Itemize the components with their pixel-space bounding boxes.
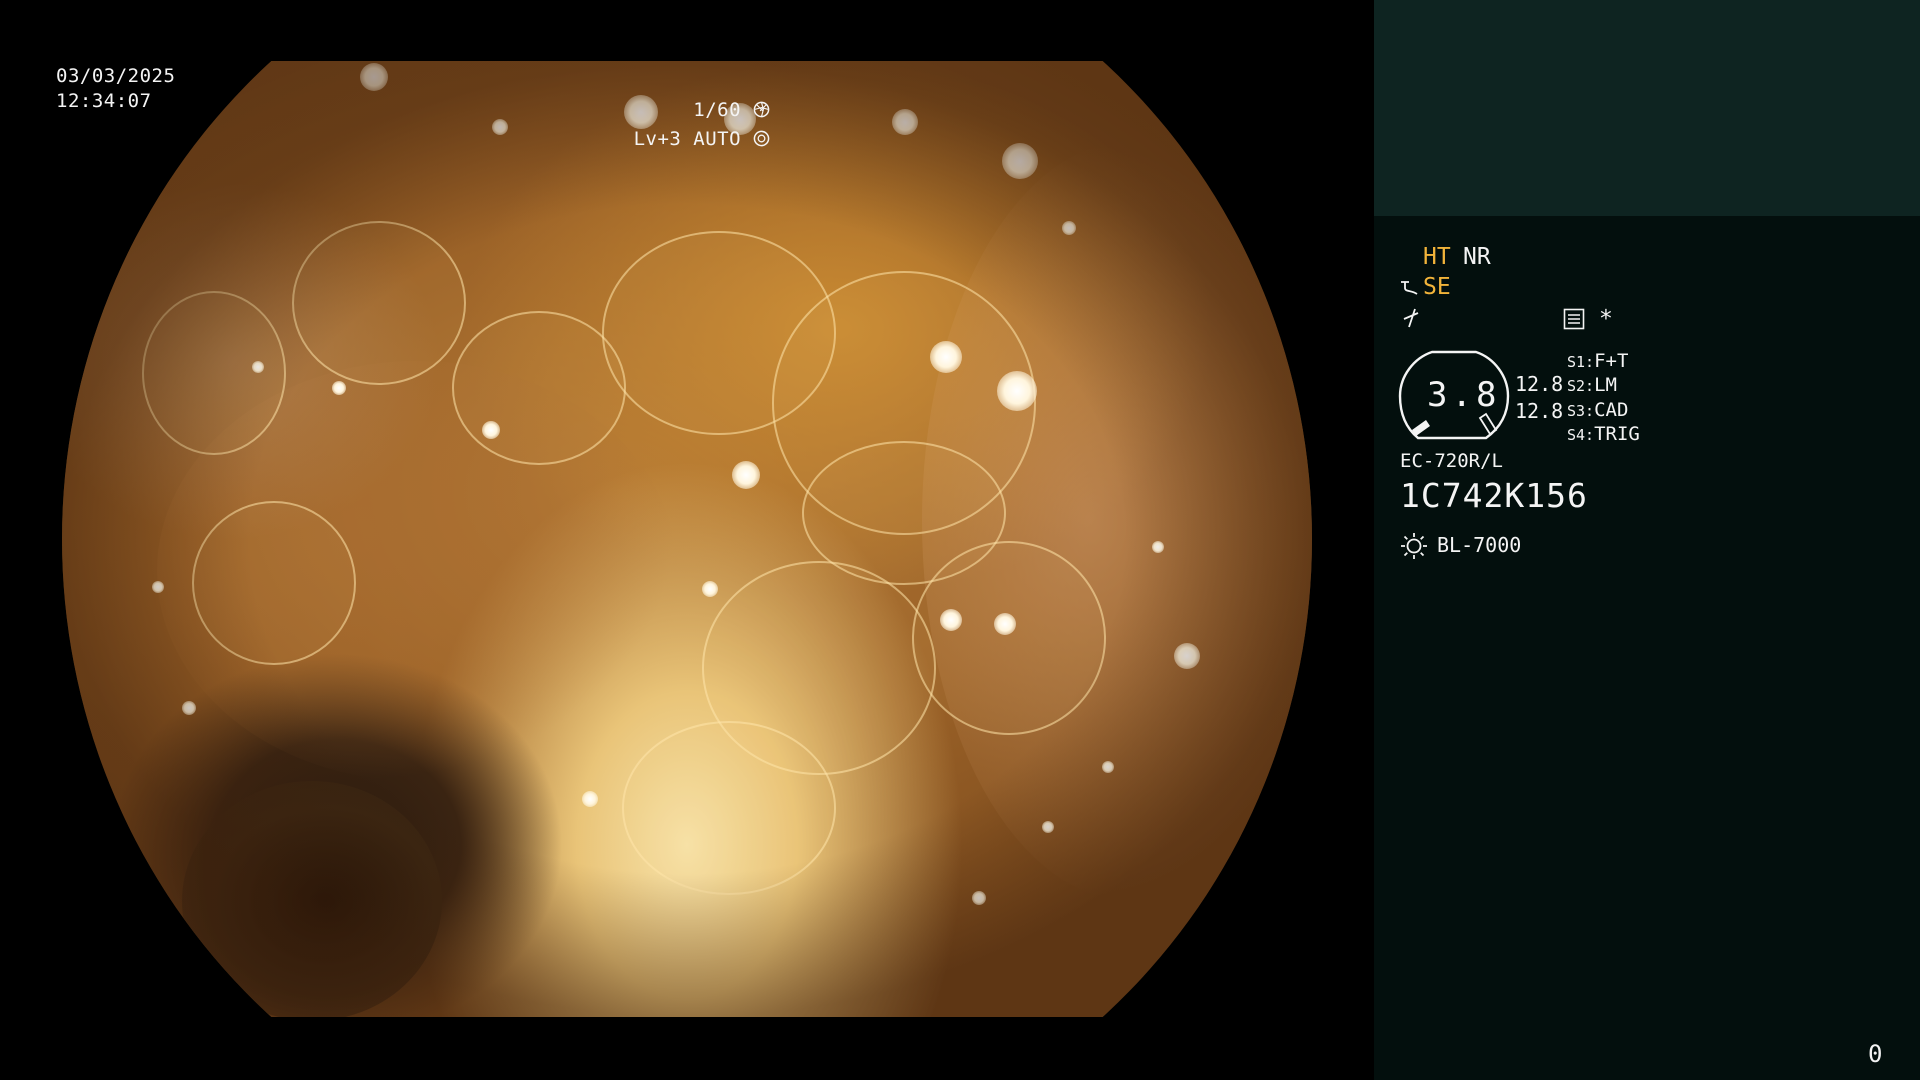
shutter-readout: 1/60 — [693, 98, 770, 123]
gauge-value: 3.8 — [1427, 375, 1501, 415]
sun-icon — [1401, 533, 1427, 559]
switch-key: S4: — [1567, 426, 1595, 444]
readout-bottom: 12.8 — [1515, 399, 1564, 423]
auto-iris-icon — [753, 130, 770, 147]
switch-key: S2: — [1567, 377, 1595, 395]
asterisk-indicator: * — [1599, 306, 1613, 332]
scope-serial: 1C742K156 — [1400, 476, 1588, 515]
switch-row-s2: S2:LM — [1567, 374, 1617, 396]
frame-counter: 0 — [1868, 1040, 1883, 1068]
switch-key: S3: — [1567, 402, 1595, 420]
status-panel-header — [1374, 0, 1920, 216]
endoscope-image — [62, 61, 1312, 1017]
endoscope-video-area: 03/03/2025 12:34:07 1/60 Lv+3 AUTO — [0, 0, 1374, 1080]
switch-value: F+T — [1594, 350, 1629, 372]
switch-value: LM — [1594, 374, 1617, 396]
aperture-icon — [753, 101, 770, 118]
switch-row-s1: S1:F+T — [1567, 350, 1628, 372]
scope-model: EC-720R/L — [1400, 450, 1503, 472]
switch-row-s4: S4:TRIG — [1567, 423, 1640, 445]
nr-label: NR — [1463, 244, 1491, 270]
switch-value: TRIG — [1594, 423, 1640, 445]
date-readout: 03/03/2025 — [56, 65, 176, 87]
se-label: SE — [1423, 274, 1451, 300]
time-readout: 12:34:07 — [56, 90, 152, 112]
shutter-value: 1/60 — [693, 99, 742, 121]
status-panel: HT NR SE * 3.8 12.8 12.8 S1:F+T S2:LM S3… — [1374, 0, 1920, 1080]
switch-row-s3: S3:CAD — [1567, 399, 1628, 421]
enhance-curve-icon — [1401, 281, 1418, 295]
level-readout: Lv+3 AUTO — [634, 127, 770, 152]
light-source: BL-7000 — [1437, 533, 1522, 557]
ht-label: HT — [1423, 244, 1451, 270]
switch-key: S1: — [1567, 353, 1595, 371]
readout-top: 12.8 — [1515, 372, 1564, 396]
level-value: Lv+3 AUTO — [633, 128, 742, 150]
list-icon — [1563, 308, 1585, 330]
lightning-icon — [1403, 308, 1419, 328]
switch-value: CAD — [1594, 399, 1629, 421]
